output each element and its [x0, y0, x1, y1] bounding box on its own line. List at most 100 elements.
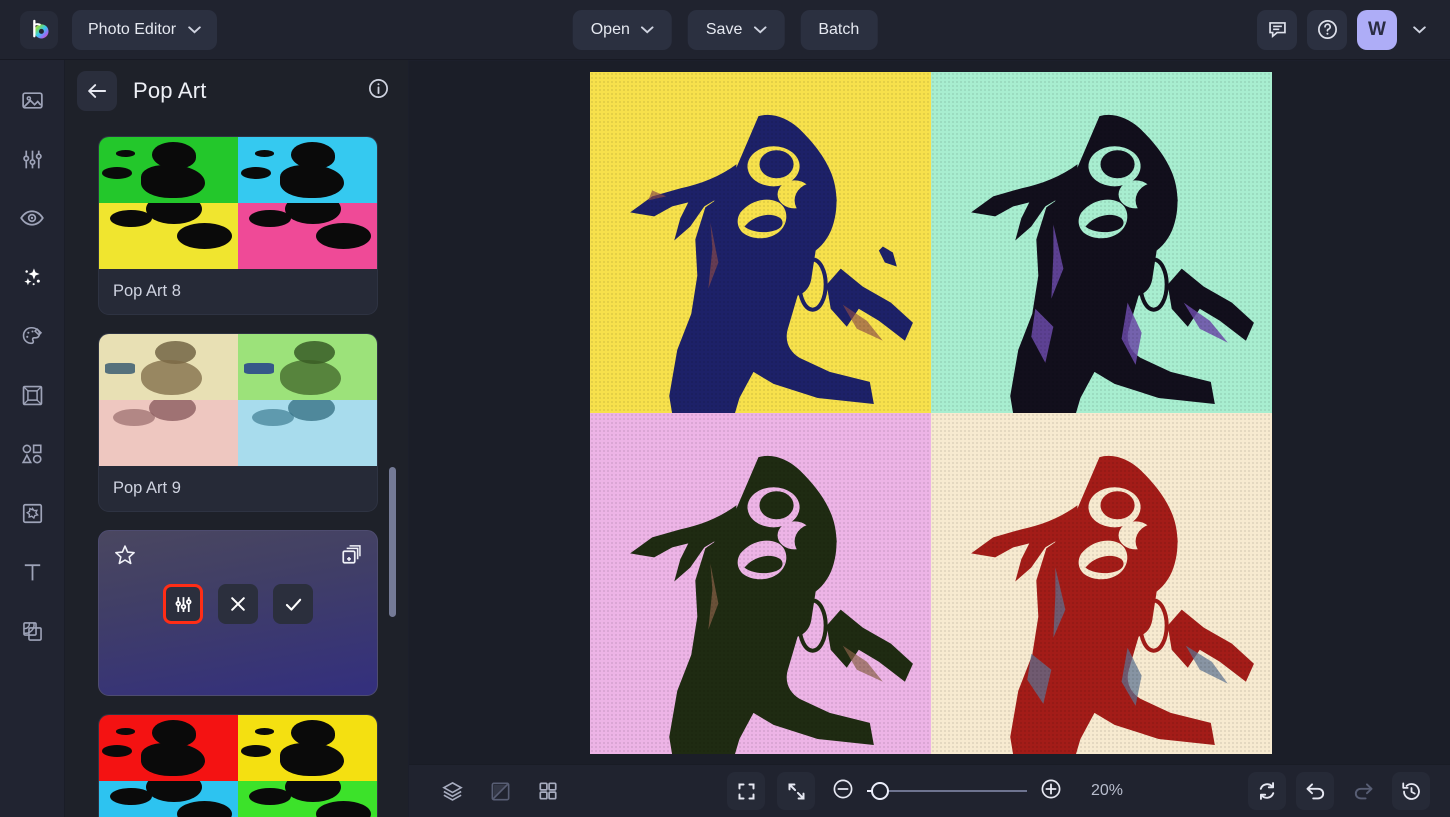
tile-bottom-left [590, 413, 931, 754]
batch-button-label: Batch [818, 21, 859, 39]
open-button[interactable]: Open [573, 10, 672, 50]
save-button[interactable]: Save [688, 10, 784, 50]
help-button[interactable] [1307, 10, 1347, 50]
feedback-button[interactable] [1257, 10, 1297, 50]
grid-view-button[interactable] [529, 772, 567, 810]
tile-top-right [931, 72, 1272, 413]
save-button-label: Save [706, 21, 742, 39]
arrow-left-icon [87, 82, 108, 100]
zoom-slider-handle[interactable] [871, 782, 889, 800]
customize-settings-button[interactable] [163, 584, 203, 624]
sidebar-item-image[interactable] [12, 82, 52, 118]
add-to-layers-button[interactable] [340, 543, 363, 571]
plus-circle-icon [1039, 777, 1063, 801]
checkmark-icon [283, 594, 304, 615]
preset-list[interactable]: Pop Art 8 [65, 122, 408, 817]
apply-button[interactable] [273, 584, 313, 624]
preset-card-selected[interactable] [98, 530, 378, 696]
zoom-out-button[interactable] [831, 777, 855, 806]
batch-button[interactable]: Batch [800, 10, 877, 50]
thumb-quadrant-tl [99, 137, 238, 203]
sidebar-item-touch-up[interactable] [12, 200, 52, 236]
thumb-quadrant-tr [238, 137, 377, 203]
info-circle-icon [367, 77, 390, 100]
layers-button[interactable] [433, 772, 471, 810]
favorite-button[interactable] [113, 543, 137, 572]
befunky-color-wheel-logo [28, 18, 51, 41]
bottom-left-tools [433, 772, 567, 810]
zoom-in-button[interactable] [1039, 777, 1063, 806]
preset-thumbnail [99, 334, 377, 466]
overlay-layers-icon [20, 619, 45, 644]
thumb-quadrant-tr [238, 334, 377, 400]
thumb-quadrant-br [238, 400, 377, 466]
thumb-quadrant-br [238, 781, 377, 817]
sidebar-item-graphics[interactable] [12, 436, 52, 472]
avatar[interactable]: W [1357, 10, 1397, 50]
preset-card-pop-art-9[interactable]: Pop Art 9 [98, 333, 378, 512]
thumb-quadrant-tl [99, 715, 238, 781]
crop-brackets-icon [736, 781, 757, 802]
preset-card-pop-art-8[interactable]: Pop Art 8 [98, 136, 378, 315]
sidebar-item-text[interactable] [12, 554, 52, 590]
pop-art-quad-portrait[interactable] [590, 72, 1272, 754]
zoom-level-value: 20% [1091, 782, 1123, 800]
chevron-down-icon [188, 26, 201, 34]
page-title: Pop Art [133, 78, 207, 104]
canvas-area [409, 61, 1450, 764]
reset-button[interactable] [1248, 772, 1286, 810]
star-outline-icon [113, 543, 137, 567]
thumb-quadrant-bl [99, 400, 238, 466]
left-tool-rail [0, 60, 65, 817]
preset-label: Pop Art 8 [99, 269, 377, 314]
app-mode-menu[interactable]: Photo Editor [72, 10, 217, 50]
app-logo-button[interactable] [20, 11, 58, 49]
sliders-icon [20, 147, 45, 172]
sidebar-item-edit[interactable] [12, 141, 52, 177]
tile-bottom-right [931, 413, 1272, 754]
zoom-slider[interactable] [867, 779, 1027, 803]
selected-card-actions [99, 584, 377, 624]
thumb-quadrant-bl [99, 781, 238, 817]
panel-info-button[interactable] [367, 77, 390, 105]
sliders-icon [173, 594, 194, 615]
sidebar-item-artsy[interactable] [12, 318, 52, 354]
fit-to-screen-button[interactable] [727, 772, 765, 810]
effects-panel: Pop Art [65, 60, 408, 817]
portrait-silhouette [590, 413, 931, 754]
history-controls [1248, 772, 1430, 810]
zoom-controls: 20% [727, 772, 1123, 810]
eye-icon [19, 205, 45, 231]
sidebar-item-overlays[interactable] [12, 613, 52, 649]
chevron-down-icon [1413, 26, 1426, 34]
image-icon [20, 88, 45, 113]
clock-history-icon [1400, 780, 1423, 803]
zoom-slider-track [867, 790, 1027, 792]
preset-card-pop-art-11[interactable]: Pop Art 11 [98, 714, 378, 817]
portrait-silhouette [931, 72, 1272, 413]
undo-button[interactable] [1296, 772, 1334, 810]
cancel-button[interactable] [218, 584, 258, 624]
add-to-layers-icon [340, 543, 363, 566]
shrink-to-fit-button[interactable] [777, 772, 815, 810]
bottom-toolbar: 20% [409, 764, 1450, 817]
top-bar-center-actions: Open Save Batch [573, 10, 878, 50]
sidebar-item-effects[interactable] [12, 259, 52, 295]
sidebar-item-textures[interactable] [12, 495, 52, 531]
portrait-silhouette [931, 413, 1272, 754]
collapse-arrows-icon [786, 781, 807, 802]
redo-button[interactable] [1344, 772, 1382, 810]
thumb-quadrant-tr [238, 715, 377, 781]
panel-back-button[interactable] [77, 71, 117, 111]
panel-scrollbar[interactable] [389, 467, 396, 617]
history-button[interactable] [1392, 772, 1430, 810]
selected-card-top-row [113, 543, 363, 572]
account-menu-chevron[interactable] [1407, 17, 1432, 43]
grid-four-squares-icon [537, 780, 559, 802]
preset-thumbnail [99, 715, 377, 817]
sidebar-item-frames[interactable] [12, 377, 52, 413]
panel-header: Pop Art [65, 60, 408, 122]
compare-button[interactable] [481, 772, 519, 810]
question-circle-icon [1316, 18, 1339, 41]
top-bar: Photo Editor Open Save Batch [0, 0, 1450, 60]
